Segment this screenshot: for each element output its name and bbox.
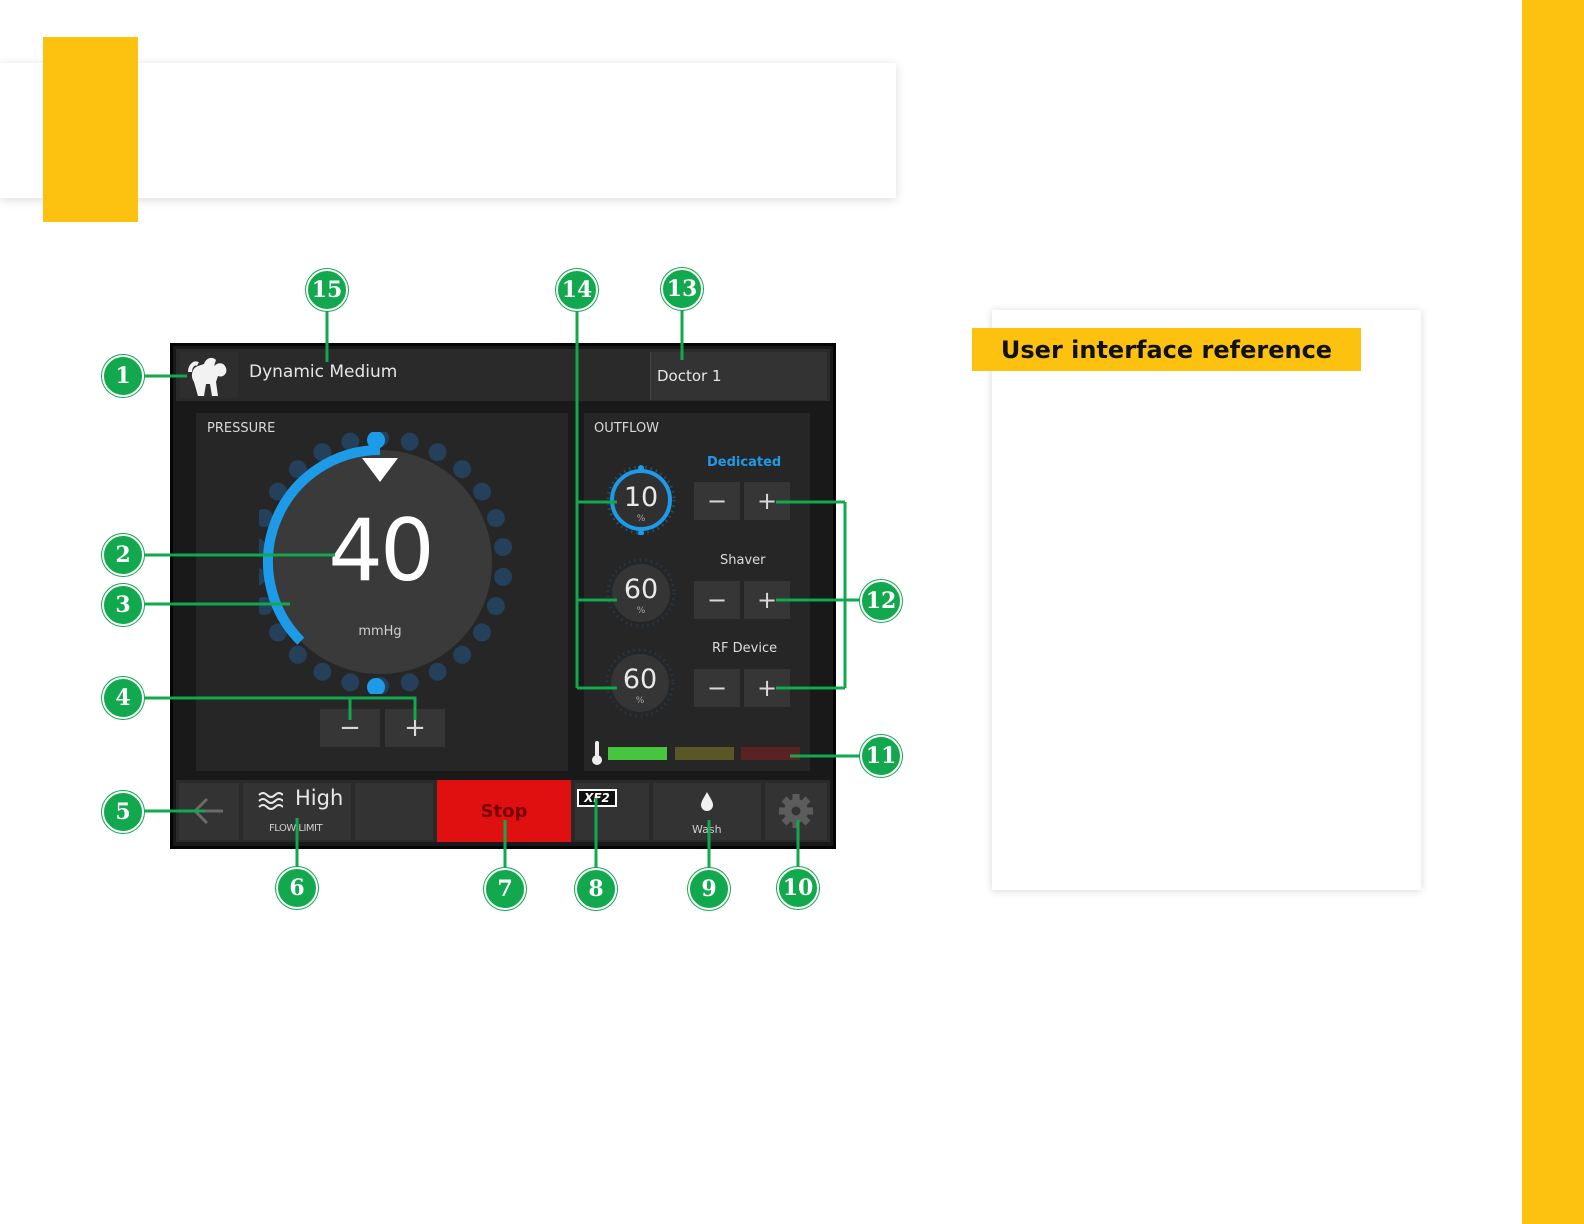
callout-12: 12 <box>860 580 902 622</box>
callout-11: 11 <box>860 735 902 777</box>
callout-15: 15 <box>306 269 348 311</box>
callout-1: 1 <box>102 355 144 397</box>
callout-5: 5 <box>102 791 144 833</box>
callout-8: 8 <box>575 868 617 910</box>
callout-7: 7 <box>484 868 526 910</box>
callout-13: 13 <box>661 268 703 310</box>
callout-6: 6 <box>276 867 318 909</box>
callout-4: 4 <box>102 677 144 719</box>
callout-14: 14 <box>556 269 598 311</box>
callout-10: 10 <box>777 867 819 909</box>
callout-3: 3 <box>102 584 144 626</box>
callout-9: 9 <box>688 868 730 910</box>
callout-leader-lines <box>140 310 862 868</box>
callout-2: 2 <box>102 534 144 576</box>
